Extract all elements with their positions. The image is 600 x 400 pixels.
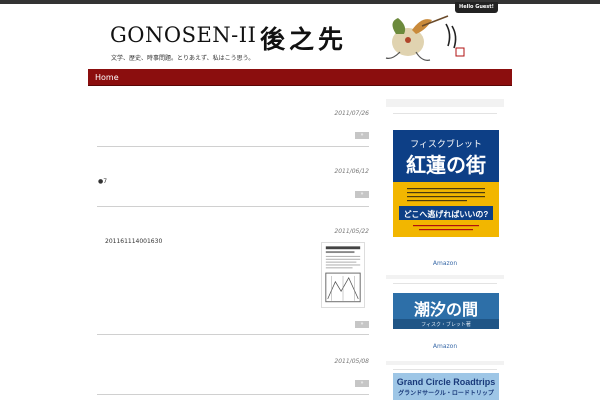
logo-calligraphy: 後之先 bbox=[260, 25, 348, 54]
read-more-button[interactable]: » bbox=[355, 321, 369, 328]
book2-author: フィスク・ブレット著 bbox=[421, 321, 471, 328]
post-date: 2011/05/08 bbox=[334, 358, 369, 365]
book-widget: 潮汐の間 フィスク・ブレット著 Amazon bbox=[386, 279, 504, 361]
post-entry: 2011/05/22 201161114001630 » bbox=[97, 208, 369, 335]
book-cover-guren-no-machi[interactable]: フィスクブレット 紅蓮の街 どこへ逃げればいいの? bbox=[393, 130, 499, 237]
amazon-link[interactable]: Amazon bbox=[386, 260, 504, 267]
widget-divider bbox=[393, 113, 497, 114]
book-cover-grand-circle-roadtrips[interactable]: Grand Circle Roadtrips グランドサークル・ロードトリップ bbox=[393, 373, 499, 400]
book1-title: 紅蓮の街 bbox=[406, 153, 486, 177]
site-tagline: 文学、歴史、時事問題。とりあえず、私はこう思う。 bbox=[111, 55, 255, 62]
header-illustration bbox=[385, 15, 465, 61]
widget-divider bbox=[393, 369, 497, 370]
post-date: 2011/05/22 bbox=[334, 228, 369, 235]
read-more-button[interactable]: » bbox=[355, 191, 369, 198]
post-excerpt: ●7 bbox=[98, 178, 108, 185]
post-entry: 2011/06/12 ●7 » bbox=[97, 148, 369, 207]
post-date: 2011/06/12 bbox=[334, 168, 369, 175]
book-cover-choseki-no-ma[interactable]: 潮汐の間 フィスク・ブレット著 bbox=[393, 293, 499, 329]
book3-subtitle: グランドサークル・ロードトリップ bbox=[398, 389, 495, 397]
book2-title: 潮汐の間 bbox=[414, 300, 478, 319]
read-more-button[interactable]: » bbox=[355, 380, 369, 387]
post-excerpt: 201161114001630 bbox=[105, 238, 163, 245]
post-thumbnail[interactable] bbox=[321, 242, 365, 308]
book-widget: フィスクブレット 紅蓮の街 どこへ逃げればいいの? Amazon bbox=[386, 107, 504, 275]
nav-home-link[interactable]: Home bbox=[95, 69, 119, 86]
read-more-button[interactable]: » bbox=[355, 132, 369, 139]
top-admin-bar bbox=[0, 0, 600, 4]
post-entry: 2011/05/08 » bbox=[97, 336, 369, 395]
sidebar: フィスクブレット 紅蓮の街 どこへ逃げればいいの? Amazon 潮汐の間 フィ… bbox=[386, 99, 504, 400]
post-entry: 2011/07/26 » bbox=[97, 100, 369, 147]
main-navigation: Home bbox=[88, 69, 512, 86]
amazon-link[interactable]: Amazon bbox=[386, 343, 504, 350]
book1-author: フィスクブレット bbox=[410, 138, 482, 149]
widget-divider bbox=[393, 283, 497, 284]
book3-title: Grand Circle Roadtrips bbox=[397, 377, 496, 387]
book1-catchphrase: どこへ逃げればいいの? bbox=[404, 209, 489, 219]
book-widget: Grand Circle Roadtrips グランドサークル・ロードトリップ bbox=[386, 365, 504, 400]
site-title[interactable]: GONOSEN-II bbox=[110, 23, 256, 47]
site-header: GONOSEN-II 文学、歴史、時事問題。とりあえず、私はこう思う。 後之先 bbox=[88, 10, 512, 68]
post-date: 2011/07/26 bbox=[334, 110, 369, 117]
